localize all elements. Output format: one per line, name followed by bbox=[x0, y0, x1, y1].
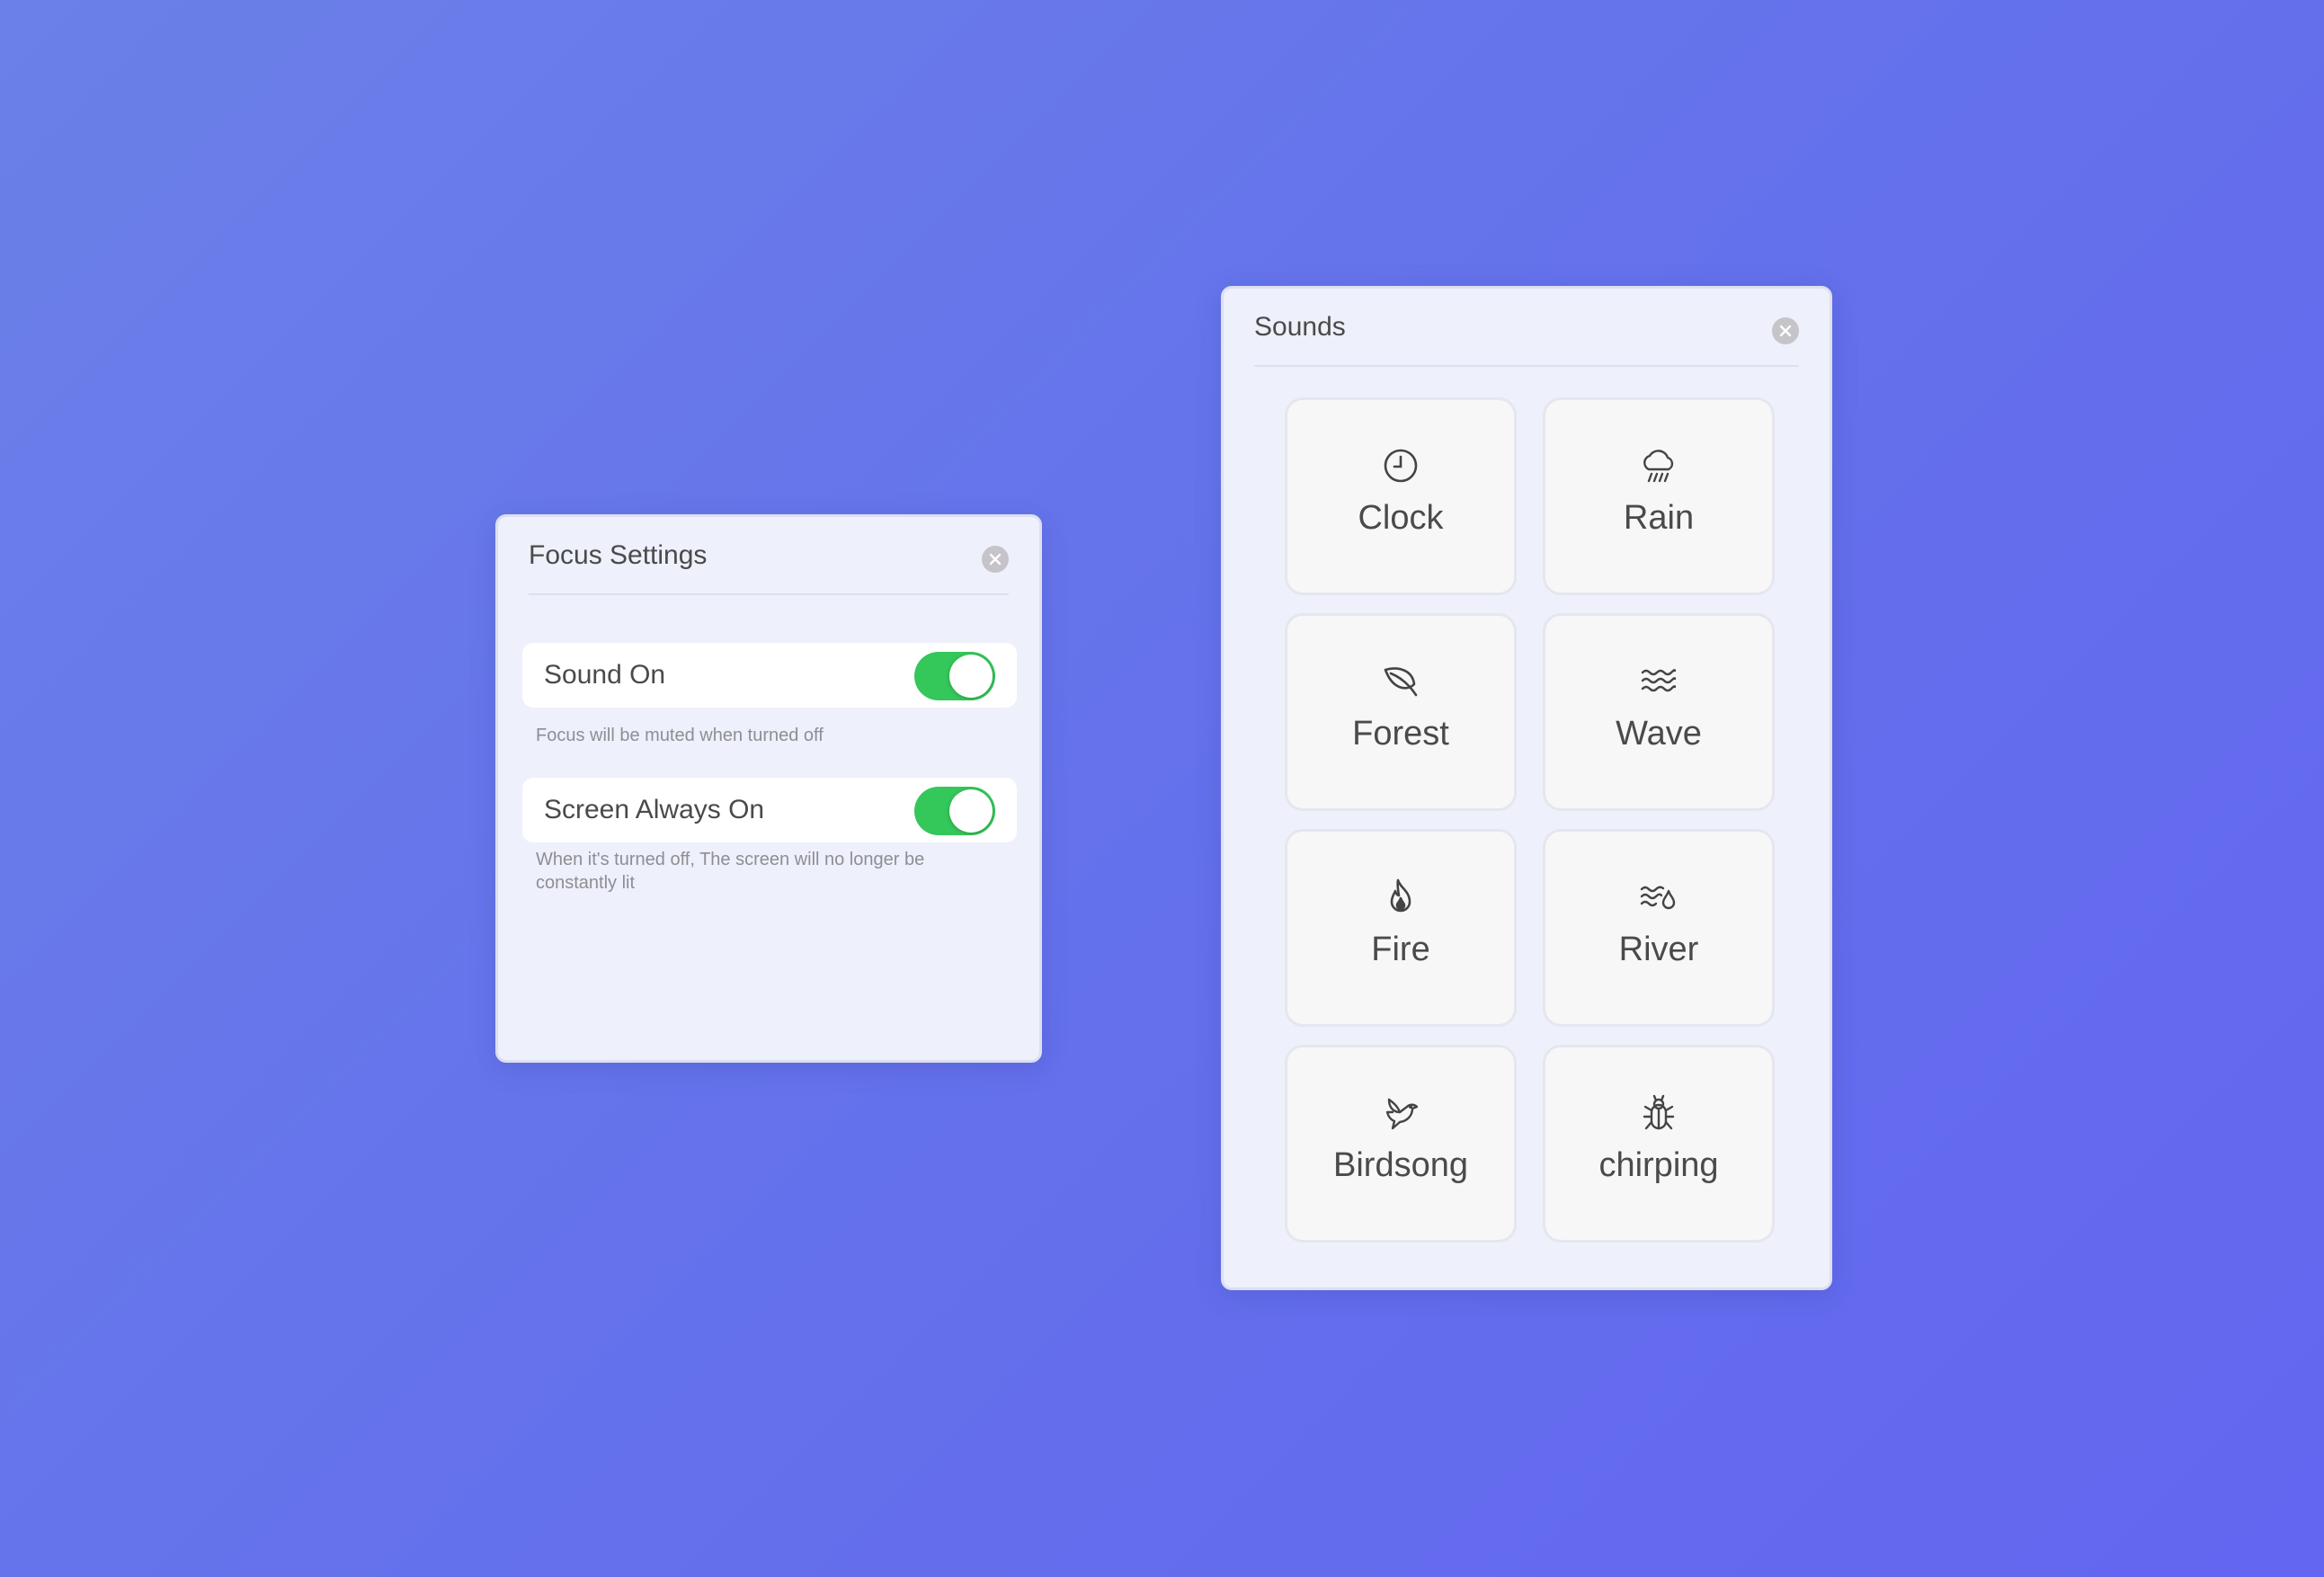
close-icon bbox=[989, 553, 1002, 566]
clock-icon bbox=[1384, 449, 1418, 483]
sounds-close-button[interactable] bbox=[1772, 317, 1799, 344]
rain-icon bbox=[1643, 450, 1674, 483]
screen-always-on-hint: When it's turned off, The screen will no… bbox=[536, 850, 925, 893]
sound-tile-river[interactable]: River bbox=[1543, 829, 1775, 1027]
focus-settings-header: Focus Settings bbox=[529, 517, 1009, 595]
sound-tile-label: Birdsong bbox=[1333, 1146, 1468, 1184]
sounds-title: Sounds bbox=[1254, 312, 1346, 342]
sound-on-label: Sound On bbox=[544, 660, 666, 690]
focus-settings-title: Focus Settings bbox=[529, 540, 708, 570]
sound-tile-fire[interactable]: Fire bbox=[1285, 829, 1517, 1027]
sound-tile-chirping[interactable]: chirping bbox=[1543, 1045, 1775, 1243]
sound-tile-wave[interactable]: Wave bbox=[1543, 613, 1775, 811]
bird-icon bbox=[1385, 1098, 1419, 1130]
focus-settings-panel: Focus Settings Sound On Focus will be mu… bbox=[495, 514, 1042, 1063]
toggle-knob bbox=[949, 655, 993, 698]
sound-tile-label: Clock bbox=[1358, 499, 1444, 537]
toggle-knob bbox=[949, 789, 993, 833]
sound-on-row: Sound On bbox=[522, 643, 1017, 708]
screen-always-on-toggle[interactable] bbox=[914, 787, 995, 835]
flame-icon bbox=[1390, 878, 1411, 913]
wave-icon bbox=[1641, 669, 1677, 692]
sound-tile-forest[interactable]: Forest bbox=[1285, 613, 1517, 811]
river-icon bbox=[1640, 886, 1676, 910]
sound-tile-label: chirping bbox=[1598, 1146, 1719, 1184]
sound-tile-birdsong[interactable]: Birdsong bbox=[1285, 1045, 1517, 1243]
bug-icon bbox=[1643, 1094, 1675, 1130]
sound-on-toggle[interactable] bbox=[914, 652, 995, 700]
sound-tile-label: Fire bbox=[1371, 931, 1430, 968]
focus-settings-close-button[interactable] bbox=[982, 546, 1009, 573]
leaf-icon bbox=[1384, 667, 1418, 697]
sound-tile-label: Wave bbox=[1616, 715, 1702, 753]
sound-tile-clock[interactable]: Clock bbox=[1285, 397, 1517, 595]
sound-on-hint: Focus will be muted when turned off bbox=[536, 726, 824, 745]
sound-tile-label: River bbox=[1618, 931, 1699, 968]
close-icon bbox=[1779, 325, 1792, 337]
sounds-panel: Sounds Clock Rain Forest Wave Fire River… bbox=[1221, 286, 1832, 1290]
screen-always-on-label: Screen Always On bbox=[544, 795, 765, 824]
sound-tile-label: Rain bbox=[1623, 499, 1695, 537]
screen-always-on-row: Screen Always On bbox=[522, 778, 1017, 842]
sound-tile-label: Forest bbox=[1352, 715, 1449, 753]
sound-tile-rain[interactable]: Rain bbox=[1543, 397, 1775, 595]
sounds-header: Sounds bbox=[1254, 289, 1799, 367]
